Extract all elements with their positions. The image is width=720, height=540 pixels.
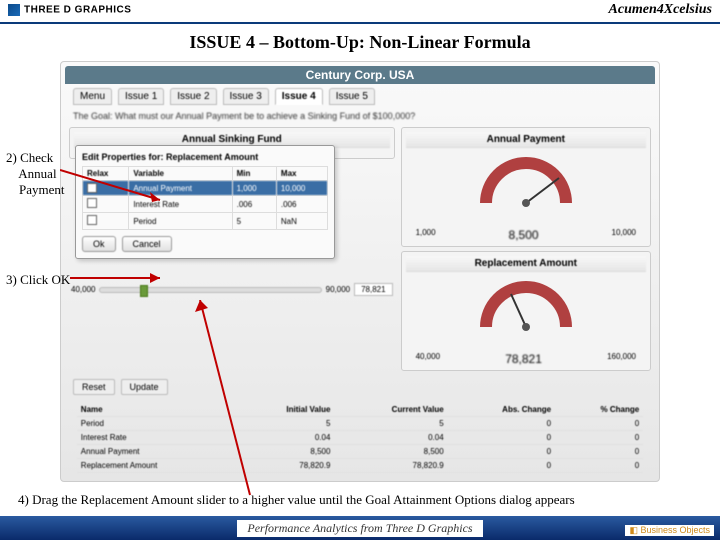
- cell-max: 10,000: [276, 181, 327, 196]
- slider-thumb-icon[interactable]: [140, 285, 148, 297]
- gauge1-max: 10,000: [612, 228, 636, 242]
- cell-min: .006: [232, 196, 276, 213]
- slider-value: 78,821: [354, 283, 392, 296]
- left-logo: THREE D GRAPHICS: [8, 4, 131, 16]
- col-pct: % Change: [555, 403, 643, 417]
- annotation-step-3: 3) Click OK: [6, 272, 70, 288]
- cell-min: 5: [232, 213, 276, 230]
- replacement-amount-gauge-panel: Replacement Amount 40,000 78,821 160,000: [401, 251, 651, 371]
- page-header: THREE D GRAPHICS Acumen4Xcelsius: [0, 0, 720, 20]
- tab-issue-2[interactable]: Issue 2: [170, 88, 216, 105]
- annotation-step-4: 4) Drag the Replacement Amount slider to…: [18, 492, 575, 508]
- relax-checkbox[interactable]: [83, 213, 129, 230]
- goal-text: The Goal: What must our Annual Payment b…: [65, 109, 655, 123]
- footer-bar: Performance Analytics from Three D Graph…: [0, 516, 720, 540]
- gauge2-value: 78,821: [505, 352, 542, 366]
- arrow-step-3: [70, 270, 170, 286]
- gauge1-min: 1,000: [416, 228, 436, 242]
- bo-icon: ◧: [629, 525, 638, 535]
- reset-button[interactable]: Reset: [73, 379, 115, 395]
- slide-title: ISSUE 4 – Bottom-Up: Non-Linear Formula: [0, 24, 720, 61]
- cancel-button[interactable]: Cancel: [122, 236, 172, 252]
- business-objects-logo: ◧ Business Objects: [625, 525, 714, 536]
- tab-issue-4[interactable]: Issue 4: [275, 88, 323, 105]
- col-current: Current Value: [334, 403, 447, 417]
- col-max: Max: [276, 167, 327, 181]
- ok-button[interactable]: Ok: [82, 236, 116, 252]
- tab-issue-3[interactable]: Issue 3: [223, 88, 269, 105]
- table-row: Period5500: [77, 417, 643, 431]
- update-button[interactable]: Update: [121, 379, 168, 395]
- right-column: Annual Payment 1,000 8,500 10,000 Replacem…: [401, 127, 651, 371]
- slider-min: 40,000: [71, 285, 95, 294]
- summary-header: Name Initial Value Current Value Abs. Ch…: [77, 403, 643, 417]
- gauge1-value: 8,500: [509, 228, 539, 242]
- cell-min: 1,000: [232, 181, 276, 196]
- tab-issue-5[interactable]: Issue 5: [329, 88, 375, 105]
- table-row: Annual Payment8,5008,50000: [77, 445, 643, 459]
- tab-issue-1[interactable]: Issue 1: [118, 88, 164, 105]
- summary-table: Name Initial Value Current Value Abs. Ch…: [77, 403, 643, 473]
- footer-text: Performance Analytics from Three D Graph…: [237, 520, 482, 537]
- cube-icon: [8, 4, 20, 16]
- arrow-step-2: [60, 160, 170, 210]
- gauge2-min: 40,000: [416, 352, 440, 366]
- cell-max: .006: [276, 196, 327, 213]
- annual-payment-gauge-panel: Annual Payment 1,000 8,500 10,000: [401, 127, 651, 247]
- col-min: Min: [232, 167, 276, 181]
- gauge2-max: 160,000: [607, 352, 636, 366]
- annual-payment-gauge: [406, 148, 646, 228]
- menu-button[interactable]: Menu: [73, 88, 112, 105]
- arrow-step-4: [190, 300, 310, 500]
- annotation-step-2: 2) Check Annual Payment: [6, 150, 65, 198]
- gauge2-title: Replacement Amount: [406, 256, 646, 272]
- cell-max: NaN: [276, 213, 327, 230]
- gauge1-title: Annual Payment: [406, 132, 646, 148]
- bottom-button-row: Reset Update: [65, 375, 655, 399]
- row-period[interactable]: Period 5 NaN: [83, 213, 328, 230]
- replacement-slider[interactable]: [99, 287, 321, 293]
- check-icon: [87, 215, 97, 225]
- dialog-button-row: Ok Cancel: [82, 236, 328, 252]
- slider-mid: 90,000: [326, 285, 350, 294]
- tab-bar: Menu Issue 1 Issue 2 Issue 3 Issue 4 Iss…: [65, 84, 655, 109]
- right-product-name: Acumen4Xcelsius: [609, 2, 712, 18]
- replacement-amount-gauge: [406, 272, 646, 352]
- app-titlebar: Century Corp. USA: [65, 66, 655, 84]
- cell-var: Period: [129, 213, 232, 230]
- table-row: Replacement Amount78,820.978,820.900: [77, 459, 643, 473]
- col-abs: Abs. Change: [448, 403, 555, 417]
- table-row: Interest Rate0.040.0400: [77, 431, 643, 445]
